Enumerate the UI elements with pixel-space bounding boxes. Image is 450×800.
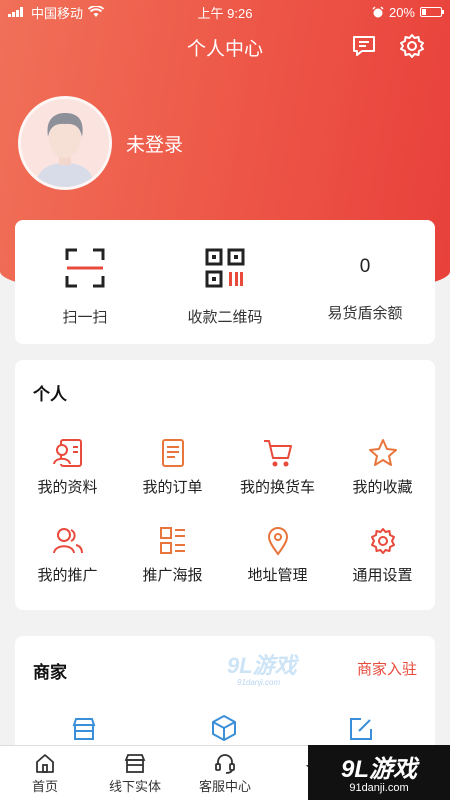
my-profile-item[interactable]: 我的资料 bbox=[15, 438, 120, 508]
settings-item[interactable]: 通用设置 bbox=[330, 526, 435, 596]
balance-label: 易货盾余额 bbox=[327, 305, 403, 322]
merchant-join-link[interactable]: 商家入驻 bbox=[357, 658, 417, 679]
qrcode-label: 收款二维码 bbox=[187, 309, 263, 326]
balance-value: 0 bbox=[359, 256, 371, 277]
watermark-brand: 9L游戏 bbox=[340, 756, 417, 783]
tab-home[interactable]: 首页 bbox=[0, 746, 90, 800]
qrcode-icon bbox=[205, 248, 245, 288]
tab-service-label: 客服中心 bbox=[198, 779, 251, 794]
my-cart-label: 我的换货车 bbox=[239, 479, 315, 496]
qrcode-button[interactable]: 收款二维码 bbox=[155, 220, 295, 344]
settings-label: 通用设置 bbox=[352, 567, 413, 584]
my-orders-item[interactable]: 我的订单 bbox=[120, 438, 225, 508]
login-status[interactable]: 未登录 bbox=[126, 130, 183, 157]
status-time: 上午 9:26 bbox=[197, 5, 253, 21]
default-avatar-icon bbox=[21, 99, 109, 187]
page-title: 个人中心 bbox=[186, 39, 263, 60]
tab-offline[interactable]: 线下实体 bbox=[90, 746, 180, 800]
my-promotion-item[interactable]: 我的推广 bbox=[15, 526, 120, 596]
my-orders-label: 我的订单 bbox=[142, 479, 203, 496]
profile-card-icon bbox=[52, 439, 82, 467]
location-pin-icon bbox=[267, 527, 288, 556]
balance-button[interactable]: 0 易货盾余额 bbox=[295, 220, 435, 344]
watermark-mid-site: 91danji.com bbox=[237, 678, 281, 687]
personal-card: 个人 我的资料 我的订单 我的换货车 我的收藏 我的推广 推广海报 地址管理 通… bbox=[15, 360, 435, 610]
store-icon bbox=[124, 754, 146, 773]
gear-icon bbox=[370, 528, 395, 554]
watermark-overlay: 9L游戏 91danji.com bbox=[308, 745, 450, 800]
promo-poster-item[interactable]: 推广海报 bbox=[120, 526, 225, 596]
order-list-icon bbox=[161, 439, 184, 467]
avatar[interactable] bbox=[18, 96, 112, 190]
tab-service[interactable]: 客服中心 bbox=[180, 746, 270, 800]
headset-icon bbox=[215, 754, 235, 774]
scan-button[interactable]: 扫一扫 bbox=[15, 220, 155, 344]
my-cart-item[interactable]: 我的换货车 bbox=[225, 438, 330, 508]
profile-section[interactable]: 未登录 bbox=[18, 96, 183, 190]
watermark-mid-brand: 9L游戏 bbox=[227, 653, 297, 678]
quick-actions-card: 扫一扫 收款二维码 0 易货盾余额 bbox=[15, 220, 435, 344]
address-label: 地址管理 bbox=[247, 567, 308, 584]
star-icon bbox=[368, 439, 397, 466]
home-icon bbox=[36, 754, 54, 773]
my-favorites-item[interactable]: 我的收藏 bbox=[330, 438, 435, 508]
settings-gear-icon[interactable] bbox=[398, 32, 426, 60]
tab-home-label: 首页 bbox=[31, 779, 58, 794]
watermark-site: 91danji.com bbox=[349, 782, 409, 794]
promo-poster-label: 推广海报 bbox=[142, 567, 203, 584]
edit-icon[interactable] bbox=[348, 716, 374, 742]
box-icon[interactable] bbox=[210, 714, 238, 742]
qr-poster-icon bbox=[159, 527, 185, 554]
scan-icon bbox=[65, 248, 105, 288]
users-icon bbox=[52, 528, 83, 554]
merchant-section-title: 商家 bbox=[33, 663, 67, 682]
my-promotion-label: 我的推广 bbox=[37, 567, 98, 584]
shop-icon[interactable] bbox=[71, 716, 97, 742]
my-favorites-label: 我的收藏 bbox=[352, 479, 413, 496]
my-profile-label: 我的资料 bbox=[37, 479, 98, 496]
status-bar: 中国移动 上午 9:26 20% bbox=[0, 0, 450, 24]
watermark-logo: 9L游戏 91danji.com bbox=[227, 648, 297, 687]
nav-bar: 个人中心 bbox=[0, 26, 450, 66]
tab-offline-label: 线下实体 bbox=[108, 779, 161, 794]
merchant-card: 商家 9L游戏 91danji.com 商家入驻 bbox=[15, 636, 435, 756]
message-icon[interactable] bbox=[350, 32, 378, 60]
scan-label: 扫一扫 bbox=[62, 309, 108, 326]
personal-section-title: 个人 bbox=[33, 385, 67, 404]
battery-icon bbox=[420, 7, 444, 17]
address-item[interactable]: 地址管理 bbox=[225, 526, 330, 596]
cart-icon bbox=[263, 440, 292, 467]
